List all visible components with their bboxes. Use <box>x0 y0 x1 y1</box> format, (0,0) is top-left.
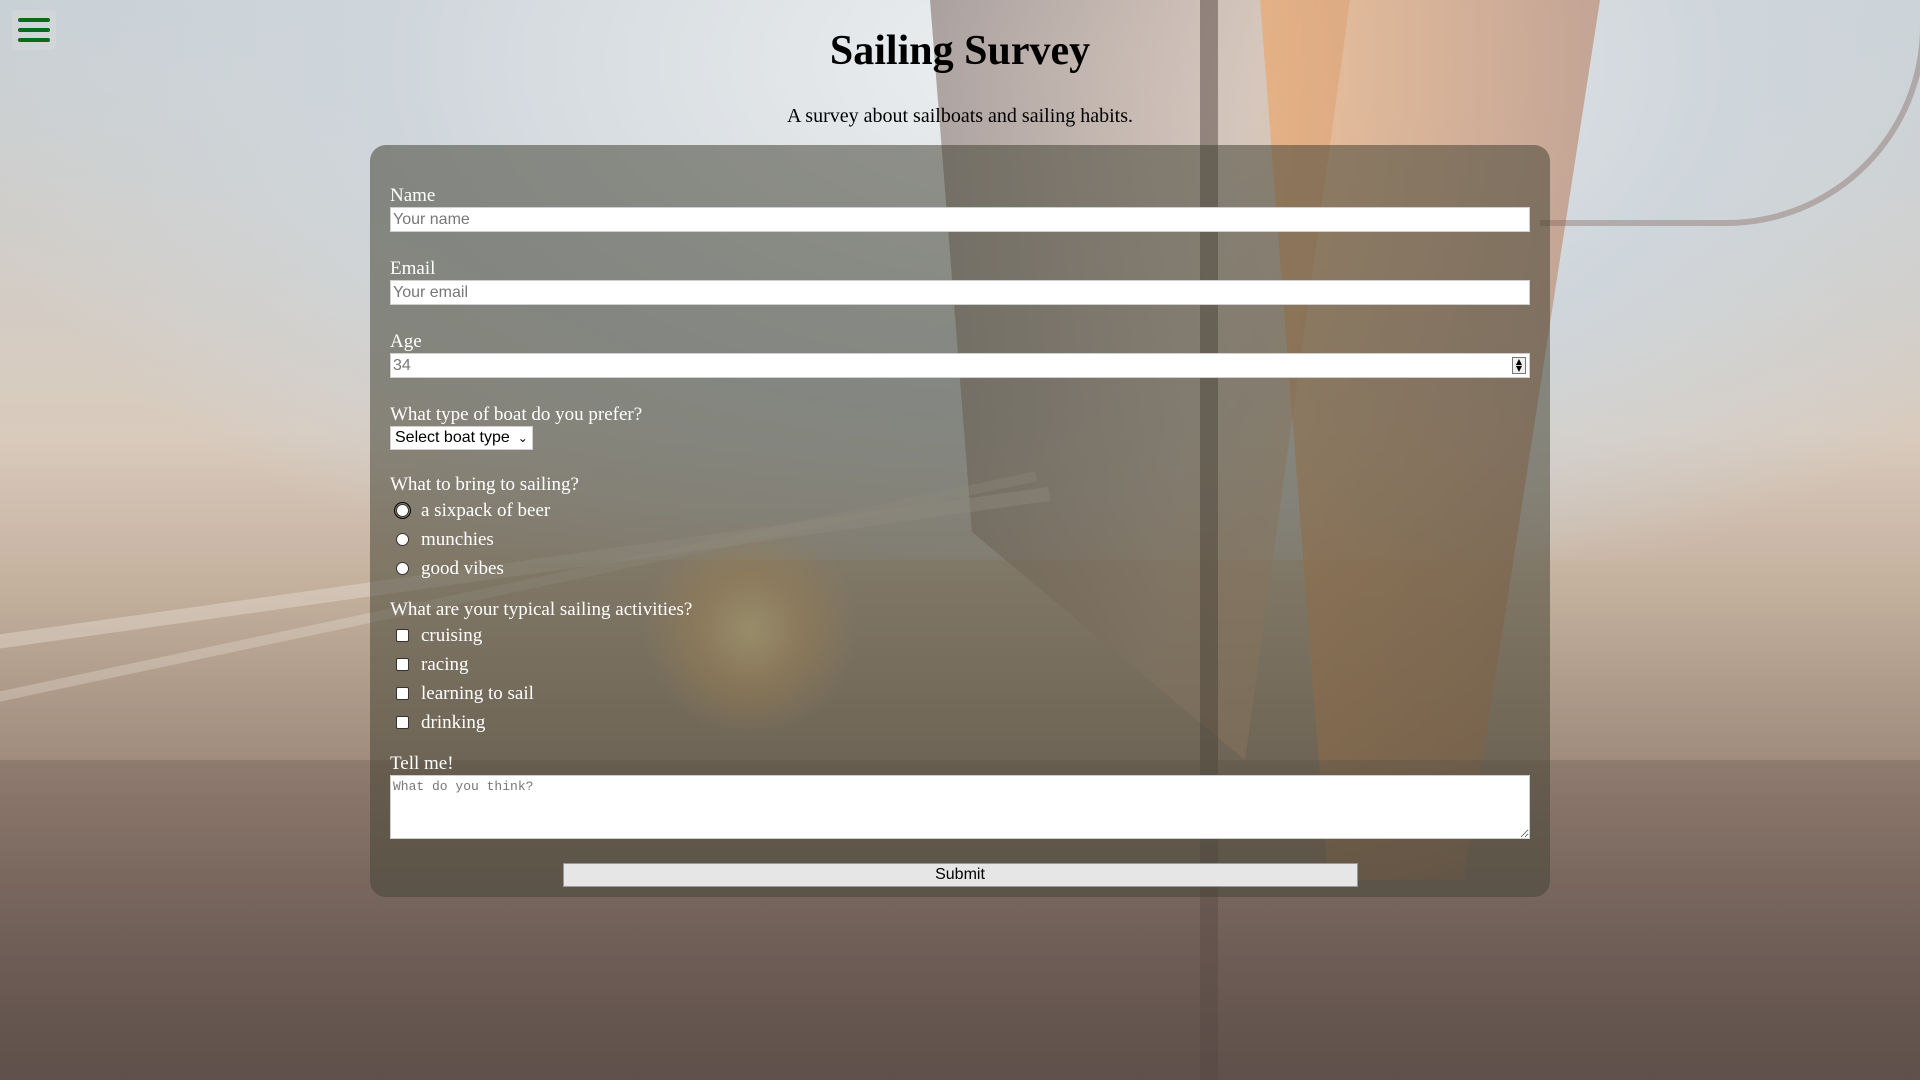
age-label: Age <box>390 331 422 352</box>
bring-option[interactable]: good vibes <box>390 554 1530 583</box>
bring-label: What to bring to sailing? <box>390 474 579 495</box>
activity-option-label: racing <box>421 653 469 675</box>
page-title: Sailing Survey <box>829 28 1091 74</box>
activity-option[interactable]: racing <box>390 650 1530 679</box>
name-field-group: Name <box>390 185 1530 232</box>
chevron-down-icon: ⌄ <box>517 431 528 445</box>
age-number-wrapper: ▲▼ <box>390 353 1530 378</box>
submit-wrapper: Submit <box>390 863 1530 887</box>
email-input[interactable] <box>390 280 1530 305</box>
bring-option-label: munchies <box>421 528 494 550</box>
survey-form: Name Email Age ▲▼ What type of boat do y… <box>370 145 1550 897</box>
email-field-group: Email <box>390 258 1530 305</box>
page-description: A survey about sailboats and sailing hab… <box>786 105 1134 127</box>
bring-field-group: What to bring to sailing? a sixpack of b… <box>390 474 1530 583</box>
activity-option[interactable]: cruising <box>390 621 1530 650</box>
name-label: Name <box>390 185 436 206</box>
boat-type-select[interactable]: Select boat type ⌄ <box>390 426 533 450</box>
boat-type-label: What type of boat do you prefer? <box>390 404 643 425</box>
activities-label: What are your typical sailing activities… <box>390 599 693 620</box>
boat-type-field-group: What type of boat do you prefer? Select … <box>390 404 1530 474</box>
activity-option-label: learning to sail <box>421 682 534 704</box>
radio-button[interactable] <box>394 502 411 519</box>
email-label: Email <box>390 258 436 279</box>
activity-option[interactable]: drinking <box>390 708 1530 737</box>
activity-option[interactable]: learning to sail <box>390 679 1530 708</box>
boat-type-selected: Select boat type <box>395 429 510 446</box>
activity-option-label: drinking <box>421 711 486 733</box>
bring-option-label: a sixpack of beer <box>421 499 551 521</box>
comments-field-group: Tell me! <box>390 753 1530 839</box>
bring-option-label: good vibes <box>421 557 504 579</box>
checkbox[interactable] <box>396 716 409 729</box>
comments-textarea[interactable] <box>390 775 1530 839</box>
comments-label: Tell me! <box>390 753 454 774</box>
bring-option[interactable]: a sixpack of beer <box>390 496 1530 525</box>
bring-option[interactable]: munchies <box>390 525 1530 554</box>
radio-button[interactable] <box>396 533 409 546</box>
checkbox[interactable] <box>396 658 409 671</box>
activities-field-group: What are your typical sailing activities… <box>390 599 1530 737</box>
age-field-group: Age ▲▼ <box>390 331 1530 378</box>
name-input[interactable] <box>390 207 1530 232</box>
age-input[interactable] <box>390 353 1530 378</box>
submit-button[interactable]: Submit <box>562 863 1358 887</box>
checkbox[interactable] <box>396 687 409 700</box>
age-stepper[interactable]: ▲ ▼ <box>1512 357 1526 374</box>
page-header: Sailing Survey A survey about sailboats … <box>0 0 1920 128</box>
radio-button[interactable] <box>396 562 409 575</box>
activity-option-label: cruising <box>421 624 483 646</box>
checkbox[interactable] <box>396 629 409 642</box>
